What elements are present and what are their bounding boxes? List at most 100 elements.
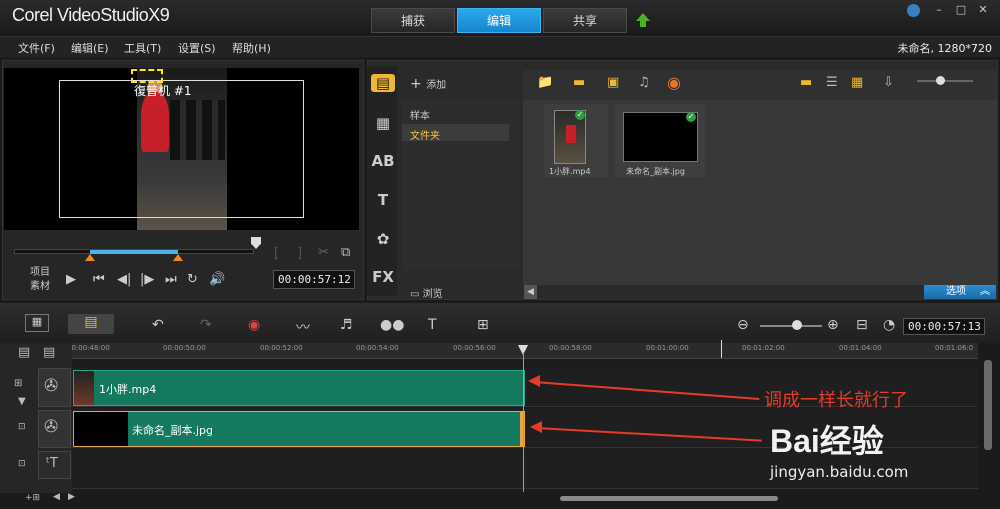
mode-project[interactable]: 项目 bbox=[30, 266, 50, 280]
instant-project-icon[interactable]: ▦ bbox=[371, 114, 395, 132]
settings-globe-icon[interactable] bbox=[907, 4, 920, 17]
home-icon[interactable]: ⏮ bbox=[93, 272, 105, 287]
trim-range bbox=[90, 250, 178, 254]
enlarge-icon[interactable]: ⧉ bbox=[341, 245, 350, 260]
sort-icon[interactable]: ◉ bbox=[667, 73, 681, 92]
close-icon[interactable]: ✕ bbox=[976, 4, 990, 16]
ruler-tick: 00:00:50:00 bbox=[163, 344, 206, 352]
video-clip[interactable]: 1小胖.mp4 bbox=[73, 370, 525, 406]
project-info: 未命名, 1280*720 bbox=[897, 42, 992, 55]
timeline-timecode[interactable]: 00:00:57:13 bbox=[903, 318, 985, 335]
media-icon[interactable]: ▤ bbox=[371, 74, 395, 92]
mark-out-icon[interactable]: ] bbox=[297, 246, 302, 261]
menu-file[interactable]: 文件(F) bbox=[18, 40, 55, 56]
ripple-edit-icon[interactable]: ⊞ bbox=[14, 378, 22, 389]
motion-tracking-icon[interactable]: ●● bbox=[380, 317, 404, 333]
thumb-size-slider[interactable] bbox=[917, 80, 973, 82]
ruler-tick: 00:01:04:00 bbox=[839, 344, 882, 352]
tree-item-samples[interactable]: 样本 bbox=[410, 107, 430, 122]
folder-open-icon[interactable]: 📁 bbox=[537, 75, 553, 90]
preview-timecode[interactable]: 00:00:57:12 bbox=[273, 270, 355, 289]
upload-icon[interactable] bbox=[636, 13, 650, 27]
mark-in-icon[interactable]: [ bbox=[274, 246, 279, 261]
show-video-icon[interactable]: ▬ bbox=[573, 75, 585, 90]
previous-frame-icon[interactable]: ◀| bbox=[117, 272, 131, 287]
playhead-line bbox=[523, 352, 524, 492]
redo-icon[interactable]: ↷ bbox=[200, 317, 212, 333]
auto-music-icon[interactable]: ♬ bbox=[340, 317, 353, 333]
play-icon[interactable]: ▶ bbox=[66, 272, 76, 287]
multi-camera-icon[interactable]: ⊞ bbox=[477, 317, 489, 333]
title-icon[interactable]: T bbox=[371, 191, 395, 209]
zoom-in-icon[interactable]: ⊕ bbox=[827, 317, 839, 333]
trim-end-handle[interactable] bbox=[173, 254, 183, 261]
track-expand-icon[interactable]: ▼ bbox=[18, 396, 26, 407]
zoom-out-icon[interactable]: ⊖ bbox=[737, 317, 749, 333]
volume-icon[interactable]: 🔊 bbox=[209, 272, 225, 287]
horizontal-scrollbar[interactable] bbox=[560, 496, 778, 501]
library-scroll-left-icon[interactable]: ◀ bbox=[524, 285, 537, 299]
scroll-left-icon[interactable]: ◀ bbox=[53, 492, 60, 502]
overlay-track-icon: ✇ bbox=[44, 417, 59, 437]
record-capture-icon[interactable]: ◉ bbox=[248, 317, 260, 333]
chapter-cue-icon[interactable]: ▤ bbox=[43, 345, 55, 360]
lock-icon[interactable]: ⊡ bbox=[18, 459, 26, 469]
undo-icon[interactable]: ↶ bbox=[152, 317, 164, 333]
menu-edit[interactable]: 编辑(E) bbox=[71, 40, 109, 56]
view-grid-icon[interactable]: ▦ bbox=[851, 75, 863, 90]
title-safe-area bbox=[59, 80, 304, 218]
subtitle-editor-icon[interactable]: T bbox=[428, 317, 437, 333]
next-frame-icon[interactable]: |▶ bbox=[140, 272, 154, 287]
scroll-right-icon[interactable]: ▶ bbox=[68, 492, 75, 502]
library-media-area bbox=[523, 70, 997, 285]
mode-selector[interactable]: 项目 素材 bbox=[30, 266, 50, 294]
import-icon[interactable]: ⇩ bbox=[883, 75, 894, 90]
maximize-icon[interactable]: □ bbox=[954, 4, 968, 16]
vertical-scrollbar[interactable] bbox=[984, 360, 992, 450]
ruler-tick: 00:01:00:00 bbox=[646, 344, 689, 352]
graphic-icon[interactable]: ✿ bbox=[371, 230, 395, 248]
end-icon[interactable]: ⏭ bbox=[165, 272, 177, 287]
trim-start-handle[interactable] bbox=[85, 254, 95, 261]
plus-icon: + bbox=[410, 76, 427, 92]
timeline-view-icon[interactable]: ▤ bbox=[68, 314, 114, 334]
tree-item-folder[interactable]: 文件夹 bbox=[410, 127, 440, 142]
check-icon: ✓ bbox=[575, 110, 585, 120]
add-track-icon[interactable]: +⊞ bbox=[25, 493, 40, 503]
track-manager-icon[interactable]: ▤ bbox=[18, 345, 30, 360]
library-toolbar bbox=[523, 70, 997, 100]
storyboard-view-icon[interactable]: ▦ bbox=[25, 314, 49, 332]
title-track-icon: ᵗT bbox=[46, 456, 58, 471]
tab-edit[interactable]: 编辑 bbox=[457, 8, 541, 33]
zoom-slider[interactable] bbox=[760, 325, 822, 327]
repeat-icon[interactable]: ↻ bbox=[187, 272, 198, 287]
mode-clip[interactable]: 素材 bbox=[30, 280, 50, 294]
menu-settings[interactable]: 设置(S) bbox=[178, 40, 216, 56]
show-audio-icon[interactable]: ♫ bbox=[638, 75, 650, 90]
thumb-size-knob[interactable] bbox=[936, 76, 945, 85]
overlay-title-text[interactable]: 復普机 #1 bbox=[134, 82, 192, 99]
split-icon[interactable]: ✂ bbox=[318, 245, 329, 260]
tab-share[interactable]: 共享 bbox=[543, 8, 627, 33]
fit-project-icon[interactable]: ⊟ bbox=[856, 317, 868, 333]
zoom-knob[interactable] bbox=[792, 320, 802, 330]
baidu-watermark: Bai经验 bbox=[770, 416, 884, 462]
menu-tools[interactable]: 工具(T) bbox=[124, 40, 161, 56]
filter-icon[interactable]: FX bbox=[371, 268, 395, 286]
lock-icon[interactable]: ⊡ bbox=[18, 422, 26, 432]
title-handle-box[interactable] bbox=[131, 69, 163, 83]
ruler-tick: 00:01:02:00 bbox=[742, 344, 785, 352]
tab-capture[interactable]: 捕获 bbox=[371, 8, 455, 33]
show-photo-icon[interactable]: ▣ bbox=[607, 75, 619, 90]
view-thumb-icon[interactable]: ▬ bbox=[800, 75, 812, 90]
transition-icon[interactable]: AB bbox=[371, 152, 395, 170]
browse-button[interactable]: ▭ 浏览 bbox=[410, 285, 443, 300]
options-button[interactable]: 选项 ︽ bbox=[924, 285, 996, 299]
view-list-icon[interactable]: ☰ bbox=[826, 75, 838, 90]
minimize-icon[interactable]: – bbox=[932, 4, 946, 16]
sound-mixer-icon[interactable]: 〰 bbox=[296, 317, 310, 337]
menu-help[interactable]: 帮助(H) bbox=[232, 40, 271, 56]
add-folder-button[interactable]: + 添加 bbox=[410, 76, 446, 92]
library-category-bar bbox=[367, 66, 397, 296]
image-clip[interactable]: 未命名_副本.jpg bbox=[73, 411, 525, 447]
